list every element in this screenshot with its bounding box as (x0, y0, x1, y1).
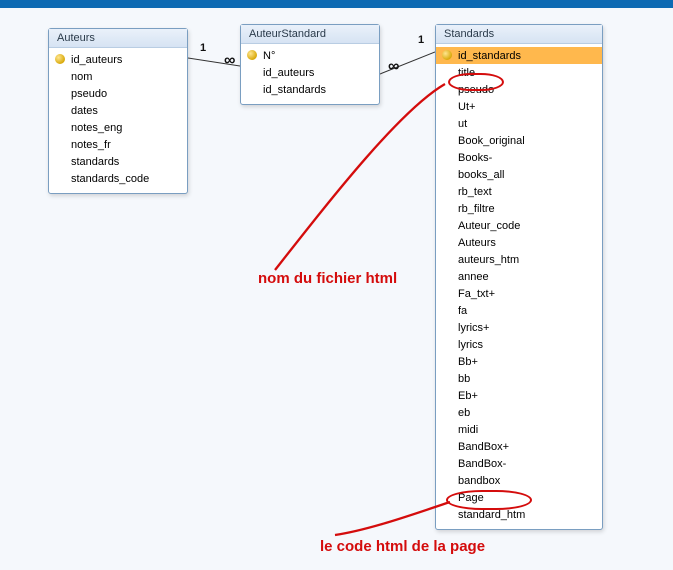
table-auteurstandard-fields: N° id_auteurs id_standards (241, 44, 379, 104)
field-bb-plus[interactable]: Bb+ (436, 353, 602, 370)
field-title[interactable]: title (436, 64, 602, 81)
table-standards[interactable]: Standards id_standards title pseudo Ut+ … (435, 24, 603, 530)
field-auteurs-htm[interactable]: auteurs_htm (436, 251, 602, 268)
field-s-pseudo[interactable]: pseudo (436, 81, 602, 98)
field-bandbox-plus[interactable]: BandBox+ (436, 438, 602, 455)
field-books-minus[interactable]: Books- (436, 149, 602, 166)
field-midi[interactable]: midi (436, 421, 602, 438)
field-nom[interactable]: nom (49, 68, 187, 85)
field-bb[interactable]: bb (436, 370, 602, 387)
field-auteur-code[interactable]: Auteur_code (436, 217, 602, 234)
field-n[interactable]: N° (241, 47, 379, 64)
field-rb-text[interactable]: rb_text (436, 183, 602, 200)
field-ut-plus[interactable]: Ut+ (436, 98, 602, 115)
field-eb-plus[interactable]: Eb+ (436, 387, 602, 404)
field-as-id-standards[interactable]: id_standards (241, 81, 379, 98)
table-standards-header[interactable]: Standards (436, 25, 602, 44)
relation-r2-many: ∞ (388, 62, 399, 72)
field-page[interactable]: Page (436, 489, 602, 506)
field-annee[interactable]: annee (436, 268, 602, 285)
field-auteurs-s[interactable]: Auteurs (436, 234, 602, 251)
table-auteurstandard-header[interactable]: AuteurStandard (241, 25, 379, 44)
relation-r2-one: 1 (418, 34, 424, 46)
table-auteurs[interactable]: Auteurs id_auteurs nom pseudo dates note… (48, 28, 188, 194)
annotation-text-1: nom du fichier html (258, 270, 397, 287)
field-dates[interactable]: dates (49, 102, 187, 119)
table-standards-fields: id_standards title pseudo Ut+ ut Book_or… (436, 44, 602, 529)
annotation-arrow-1 (270, 80, 460, 280)
field-rb-filtre[interactable]: rb_filtre (436, 200, 602, 217)
field-bandbox-minus[interactable]: BandBox- (436, 455, 602, 472)
field-notes-fr[interactable]: notes_fr (49, 136, 187, 153)
field-fa-txt-plus[interactable]: Fa_txt+ (436, 285, 602, 302)
field-book-original[interactable]: Book_original (436, 132, 602, 149)
annotation-text-2: le code html de la page (320, 538, 485, 555)
field-pseudo[interactable]: pseudo (49, 85, 187, 102)
field-lyrics-plus[interactable]: lyrics+ (436, 319, 602, 336)
field-id-standards[interactable]: id_standards (436, 47, 602, 64)
table-auteurstandard[interactable]: AuteurStandard N° id_auteurs id_standard… (240, 24, 380, 105)
field-books-all[interactable]: books_all (436, 166, 602, 183)
relation-r1-many: ∞ (224, 56, 235, 66)
field-ut[interactable]: ut (436, 115, 602, 132)
field-lyrics[interactable]: lyrics (436, 336, 602, 353)
app-titlebar (0, 0, 673, 8)
table-auteurs-fields: id_auteurs nom pseudo dates notes_eng no… (49, 48, 187, 193)
relation-r1-one: 1 (200, 42, 206, 54)
field-standards[interactable]: standards (49, 153, 187, 170)
field-fa[interactable]: fa (436, 302, 602, 319)
field-id-auteurs[interactable]: id_auteurs (49, 51, 187, 68)
field-standards-code[interactable]: standards_code (49, 170, 187, 187)
table-auteurs-header[interactable]: Auteurs (49, 29, 187, 48)
field-eb[interactable]: eb (436, 404, 602, 421)
field-standard-htm[interactable]: standard_htm (436, 506, 602, 523)
field-as-id-auteurs[interactable]: id_auteurs (241, 64, 379, 81)
field-bandbox[interactable]: bandbox (436, 472, 602, 489)
field-notes-eng[interactable]: notes_eng (49, 119, 187, 136)
